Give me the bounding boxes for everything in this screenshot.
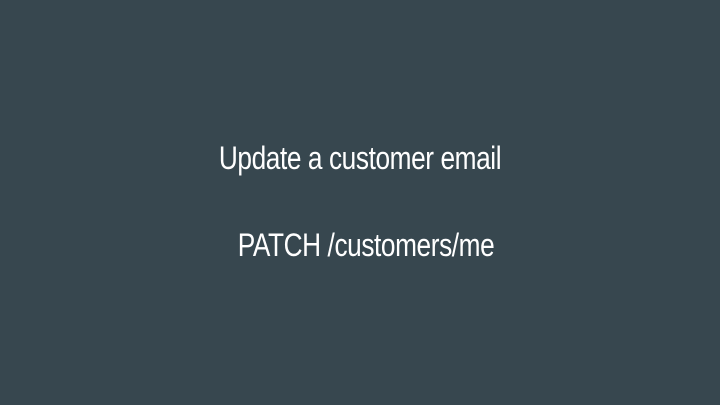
slide-title: Update a customer email [218,140,502,176]
slide: Update a customer email PATCH /customers… [0,0,720,405]
api-endpoint: PATCH /customers/me [237,227,495,263]
